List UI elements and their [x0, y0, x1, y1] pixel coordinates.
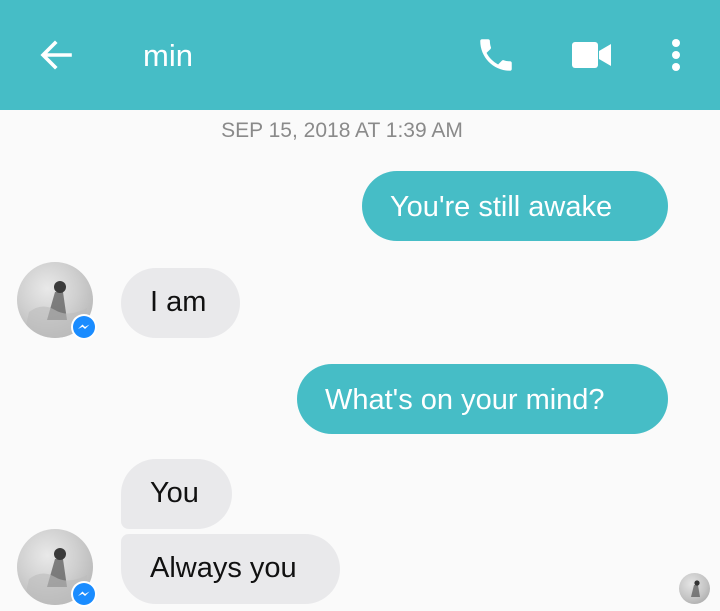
messenger-icon [73, 316, 95, 338]
arrow-left-icon [40, 40, 72, 70]
message-bubble-incoming[interactable]: I am [121, 268, 240, 338]
seen-avatar-photo [691, 580, 700, 597]
message-bubble-incoming[interactable]: Always you [121, 534, 340, 604]
contact-name[interactable]: min [143, 36, 193, 76]
more-options-button[interactable] [656, 30, 696, 80]
messenger-badge [71, 314, 97, 340]
call-button[interactable] [470, 30, 522, 80]
message-bubble-outgoing[interactable]: You're still awake [362, 171, 668, 241]
message-bubble-outgoing[interactable]: What's on your mind? [297, 364, 668, 434]
video-camera-icon [572, 42, 611, 68]
seen-indicator-avatar [679, 573, 710, 604]
back-button[interactable] [30, 32, 82, 78]
video-call-button[interactable] [566, 30, 618, 80]
contact-avatar[interactable] [17, 529, 97, 607]
conversation-timestamp: SEP 15, 2018 AT 1:39 AM [221, 119, 463, 142]
messenger-badge [71, 581, 97, 607]
contact-avatar[interactable] [17, 262, 97, 340]
message-bubble-incoming[interactable]: You [121, 459, 232, 529]
phone-icon [480, 39, 512, 71]
more-vertical-icon [672, 39, 680, 71]
app-header: min [0, 0, 720, 110]
messenger-icon [73, 583, 95, 605]
